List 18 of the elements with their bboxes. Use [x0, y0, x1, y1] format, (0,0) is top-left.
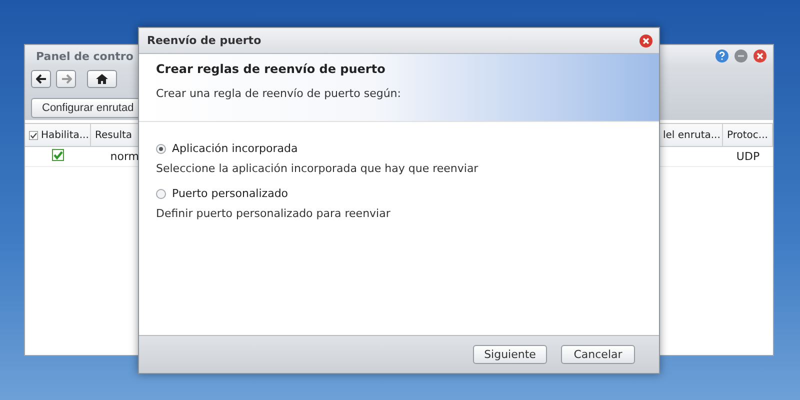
dialog-subheading: Crear una regla de reenvío de puerto según: — [156, 87, 402, 100]
next-button[interactable]: Siguiente — [473, 345, 547, 364]
dialog-heading: Crear reglas de reenvío de puerto — [156, 62, 386, 76]
radio-option[interactable]: Aplicación incorporada — [156, 142, 659, 155]
table-cell-text: norm — [109, 150, 139, 163]
radio-label: Aplicación incorporada — [172, 142, 298, 155]
window-title: Panel de contro — [36, 50, 134, 62]
configure-router-button[interactable]: Configurar enrutad — [31, 98, 139, 118]
cancel-button[interactable]: Cancelar — [561, 345, 635, 364]
option-description: Definir puerto personalizado para reenviar — [156, 207, 392, 220]
dialog-title: Reenvío de puerto — [147, 34, 262, 47]
radio-option[interactable]: Puerto personalizado — [156, 187, 659, 200]
option-description: Seleccione la aplicación incorporada que hay que reenviar — [156, 162, 480, 175]
radio-label: Puerto personalizado — [172, 187, 288, 200]
column-header[interactable]: Protoc... — [723, 124, 773, 146]
table-cell-text: UDP — [735, 150, 761, 163]
column-header[interactable]: Habilita... — [25, 124, 91, 146]
column-label: Habilita... — [41, 130, 89, 140]
